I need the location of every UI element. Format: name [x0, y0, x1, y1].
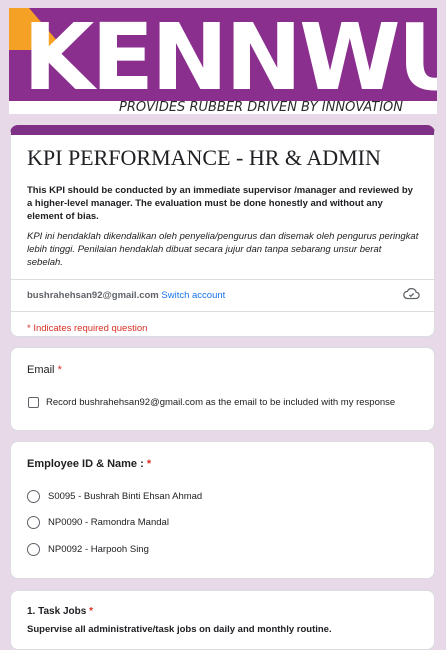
divider — [11, 279, 434, 280]
form-header-card: KPI PERFORMANCE - HR & ADMIN This KPI sh… — [10, 125, 435, 337]
employee-radio-2[interactable] — [27, 543, 40, 556]
question-task-jobs: 1. Task Jobs * Supervise all administrat… — [10, 590, 435, 650]
record-email-checkbox[interactable] — [28, 397, 39, 408]
required-asterisk: * — [57, 364, 62, 376]
employee-option-label[interactable]: NP0090 - Ramondra Mandal — [48, 517, 169, 528]
header-banner: KENNWU PROVIDES RUBBER DRIVEN BY INNOVAT… — [9, 8, 437, 114]
company-logo: KENNWU — [23, 8, 437, 111]
record-email-label[interactable]: Record bushrahehsan92@gmail.com as the e… — [46, 397, 395, 408]
employee-radio-1[interactable] — [27, 516, 40, 529]
account-row: bushrahehsan92@gmail.com Switch account — [27, 290, 225, 301]
employee-option-label[interactable]: NP0092 - Harpooh Sing — [48, 544, 149, 555]
question-title: 1. Task Jobs * — [27, 606, 93, 617]
company-tagline: PROVIDES RUBBER DRIVEN BY INNOVATION — [119, 100, 404, 115]
switch-account-link[interactable]: Switch account — [161, 290, 225, 301]
cloud-saved-icon — [403, 287, 420, 300]
question-subtitle: Supervise all administrative/task jobs o… — [27, 624, 332, 635]
employee-option-label[interactable]: S0095 - Bushrah Binti Ehsan Ahmad — [48, 491, 202, 502]
question-title: Employee ID & Name : * — [27, 458, 152, 470]
employee-radio-0[interactable] — [27, 490, 40, 503]
question-title: Email * — [27, 364, 62, 376]
divider — [11, 311, 434, 312]
required-asterisk: * — [89, 606, 93, 617]
required-note: * Indicates required question — [27, 323, 148, 334]
form-title: KPI PERFORMANCE - HR & ADMIN — [27, 145, 381, 170]
form-description-english: This KPI should be conducted by an immed… — [27, 185, 413, 222]
question-employee: Employee ID & Name : * S0095 - Bushrah B… — [10, 441, 435, 579]
account-email: bushrahehsan92@gmail.com — [27, 290, 159, 301]
required-asterisk: * — [146, 458, 152, 470]
question-email: Email * Record bushrahehsan92@gmail.com … — [10, 347, 435, 431]
form-description-malay: KPI ini hendaklah dikendalikan oleh peny… — [27, 231, 419, 268]
